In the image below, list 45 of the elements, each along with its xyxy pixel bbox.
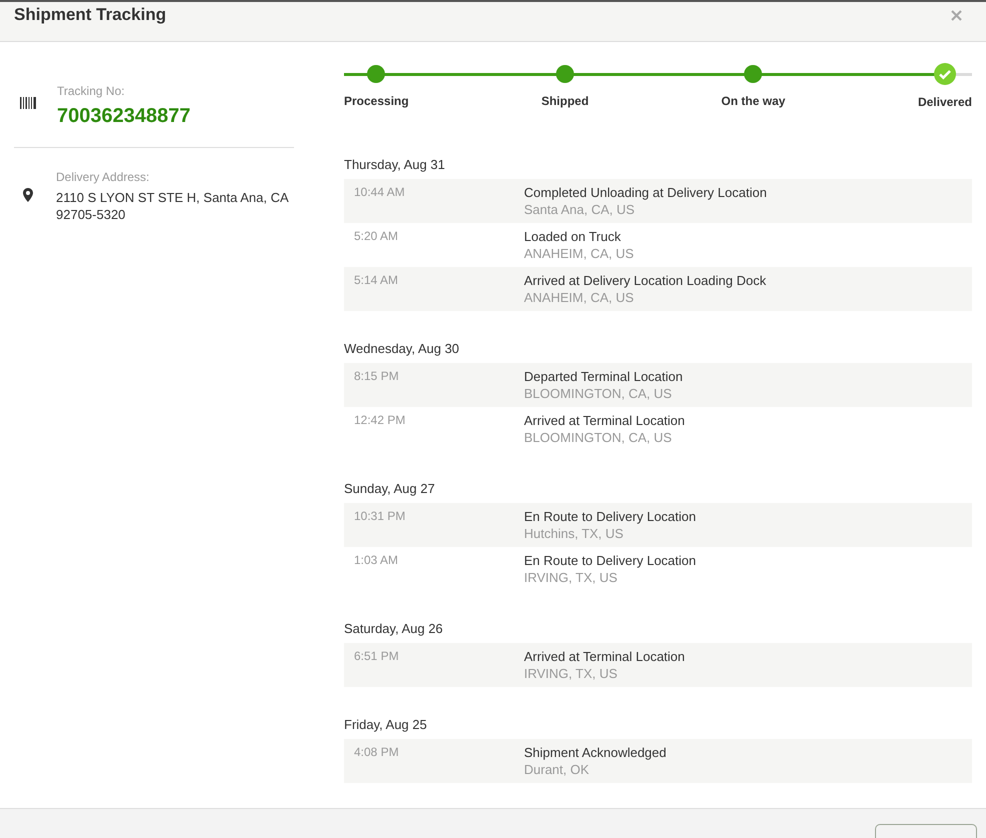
- day-heading: Saturday, Aug 26: [344, 620, 444, 638]
- event-location: ANAHEIM, CA, US: [524, 289, 635, 306]
- event-location: ANAHEIM, CA, US: [524, 245, 634, 262]
- event-time: 5:14 AM: [354, 272, 400, 289]
- address-label: Delivery Address:: [56, 169, 150, 186]
- event-location: Santa Ana, CA, US: [524, 201, 636, 218]
- step-label: Shipped: [541, 93, 589, 110]
- event-time: 8:15 PM: [354, 368, 400, 385]
- event-status: En Route to Delivery Location: [524, 508, 696, 525]
- event-time: 6:51 PM: [354, 648, 400, 665]
- step-label: On the way: [721, 93, 786, 110]
- footer-button[interactable]: [875, 824, 977, 838]
- event-location: Hutchins, TX, US: [524, 525, 624, 542]
- event-location: BLOOMINGTON, CA, US: [524, 385, 673, 402]
- event-status: Arrived at Terminal Location: [524, 648, 685, 665]
- event-time: 10:31 PM: [354, 508, 406, 525]
- event-time: 12:42 PM: [354, 412, 406, 429]
- close-icon[interactable]: [951, 10, 962, 21]
- map-pin-icon: [23, 188, 33, 202]
- event-location: Durant, OK: [524, 761, 590, 778]
- tracking-label: Tracking No:: [57, 83, 126, 100]
- event-location: IRVING, TX, US: [524, 569, 618, 586]
- window-title: Shipment Tracking: [14, 4, 166, 26]
- event-status: Arrived at Terminal Location: [524, 412, 685, 429]
- day-heading: Thursday, Aug 31: [344, 156, 446, 174]
- day-heading: Wednesday, Aug 30: [344, 340, 460, 358]
- event-status: Arrived at Delivery Location Loading Dock: [524, 272, 766, 289]
- event-time: 1:03 AM: [354, 552, 400, 569]
- event-location: IRVING, TX, US: [524, 665, 618, 682]
- event-time: 4:08 PM: [354, 744, 400, 761]
- event-status: Shipment Acknowledged: [524, 744, 666, 761]
- event-location: BLOOMINGTON, CA, US: [524, 429, 673, 446]
- day-heading: Sunday, Aug 27: [344, 480, 436, 498]
- event-status: Completed Unloading at Delivery Location: [524, 184, 767, 201]
- event-status: Loaded on Truck: [524, 228, 622, 245]
- event-time: 10:44 AM: [354, 184, 406, 201]
- tracking-number: 700362348877: [57, 104, 190, 129]
- delivery-address: 2110 S LYON ST STE H, Santa Ana, CA 92705-5320: [56, 189, 289, 223]
- step-label: Processing: [344, 93, 409, 110]
- day-heading: Friday, Aug 25: [344, 716, 428, 734]
- event-time: 5:20 AM: [354, 228, 400, 245]
- event-status: En Route to Delivery Location: [524, 552, 696, 569]
- barcode-icon: [20, 97, 36, 109]
- event-status: Departed Terminal Location: [524, 368, 683, 385]
- step-label: Delivered: [918, 94, 972, 111]
